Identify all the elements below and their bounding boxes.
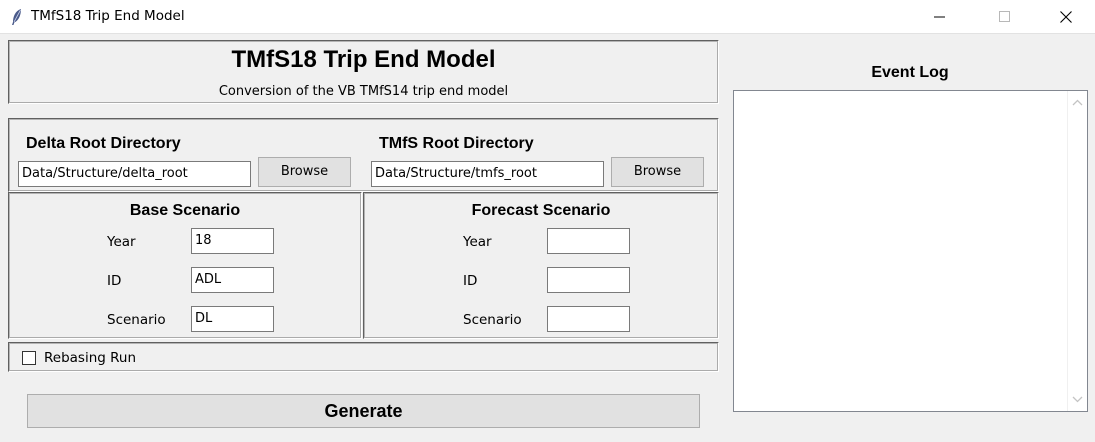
rebasing-panel: Rebasing Run bbox=[8, 342, 719, 372]
base-scenario-input[interactable]: DL bbox=[191, 306, 274, 332]
scroll-down-icon[interactable] bbox=[1072, 396, 1083, 403]
forecast-year-label: Year bbox=[463, 234, 492, 250]
window-title-bar: TMfS18 Trip End Model bbox=[0, 0, 1095, 34]
forecast-id-input[interactable] bbox=[547, 267, 630, 293]
forecast-id-label: ID bbox=[463, 273, 478, 289]
generate-button[interactable]: Generate bbox=[27, 394, 700, 428]
minimize-icon bbox=[934, 16, 945, 18]
tmfs-root-label: TMfS Root Directory bbox=[379, 135, 534, 152]
base-year-label: Year bbox=[107, 234, 136, 250]
app-subtitle: Conversion of the VB TMfS14 trip end mod… bbox=[218, 84, 509, 99]
forecast-scenario-title: Forecast Scenario bbox=[471, 202, 611, 219]
forecast-year-input[interactable] bbox=[547, 228, 630, 254]
tmfs-root-input[interactable]: Data/Structure/tmfs_root bbox=[371, 161, 604, 187]
delta-root-input[interactable]: Data/Structure/delta_root bbox=[18, 161, 251, 187]
base-scenario-title: Base Scenario bbox=[129, 202, 241, 219]
base-year-input[interactable]: 18 bbox=[191, 228, 274, 254]
forecast-scenario-input[interactable] bbox=[547, 306, 630, 332]
tmfs-browse-button[interactable]: Browse bbox=[611, 157, 704, 187]
forecast-scenario-panel: Forecast Scenario Year ID Scenario bbox=[363, 192, 719, 339]
event-log-scrollbar[interactable] bbox=[1067, 91, 1087, 411]
base-scenario-label: Scenario bbox=[107, 312, 166, 328]
window-title: TMfS18 Trip End Model bbox=[31, 8, 185, 24]
base-id-label: ID bbox=[107, 273, 122, 289]
app-title: TMfS18 Trip End Model bbox=[231, 46, 496, 73]
directory-panel: Delta Root Directory Data/Structure/delt… bbox=[8, 118, 719, 192]
delta-root-label: Delta Root Directory bbox=[26, 135, 181, 152]
event-log-textarea[interactable] bbox=[733, 90, 1088, 412]
maximize-icon bbox=[999, 11, 1010, 22]
minimize-button[interactable] bbox=[917, 0, 963, 34]
base-scenario-panel: Base Scenario Year 18 ID ADL Scenario DL bbox=[8, 192, 362, 339]
close-button[interactable] bbox=[1043, 0, 1089, 34]
rebasing-checkbox[interactable] bbox=[22, 351, 36, 365]
forecast-scenario-label: Scenario bbox=[463, 312, 522, 328]
close-icon bbox=[1060, 11, 1072, 23]
header-panel: TMfS18 Trip End Model Conversion of the … bbox=[8, 40, 719, 104]
delta-browse-button[interactable]: Browse bbox=[258, 157, 351, 187]
rebasing-label[interactable]: Rebasing Run bbox=[44, 350, 136, 366]
event-log-title: Event Log bbox=[871, 64, 949, 81]
base-id-input[interactable]: ADL bbox=[191, 267, 274, 293]
maximize-button[interactable] bbox=[982, 0, 1028, 34]
scroll-up-icon[interactable] bbox=[1072, 99, 1083, 106]
feather-icon bbox=[10, 8, 24, 26]
